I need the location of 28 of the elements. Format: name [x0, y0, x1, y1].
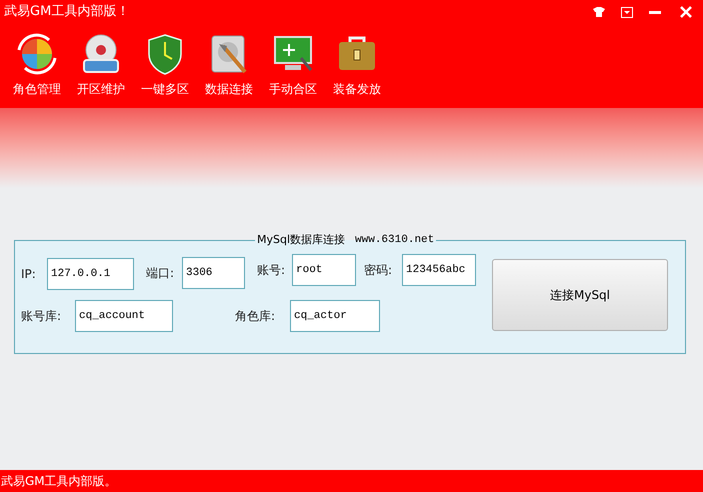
- field-label: 角色库:: [235, 308, 276, 324]
- field-label: 账号库:: [21, 308, 62, 324]
- input-field[interactable]: 127.0.0.1: [47, 258, 134, 290]
- toolbar-button[interactable]: 开区维护: [70, 32, 132, 98]
- field-label: 端口:: [146, 264, 176, 282]
- toolbar-button[interactable]: 装备发放: [326, 32, 388, 98]
- input-field[interactable]: cq_account: [75, 300, 173, 332]
- toolbar-button[interactable]: 数据连接: [198, 32, 260, 98]
- field-label: 账号:: [257, 262, 286, 278]
- minimize-icon: [649, 10, 661, 14]
- connect-button[interactable]: 连接MySql: [492, 258, 668, 330]
- toolbar-button[interactable]: 一键多区: [134, 32, 196, 98]
- field-label: IP:: [21, 266, 37, 282]
- input-field[interactable]: 123456abc: [402, 254, 476, 286]
- input-field[interactable]: cq_actor: [290, 300, 380, 332]
- input-field[interactable]: 3306: [182, 256, 245, 288]
- dropdown-box-icon: [621, 6, 633, 18]
- refresh-globe-icon: [15, 32, 59, 76]
- close-icon: [680, 6, 692, 18]
- toolbar-button[interactable]: 手动合区: [262, 32, 324, 98]
- group-title: MySql数据库连接: [257, 232, 346, 248]
- field-label: 密码:: [364, 262, 394, 278]
- website-link[interactable]: www.6310.net: [355, 232, 434, 248]
- status-text: 武易GM工具内部版。: [0, 473, 117, 490]
- shirt-icon: [593, 7, 605, 17]
- toolbar-button[interactable]: 角色管理: [6, 32, 68, 98]
- window-title: 武易GM工具内部版！: [3, 3, 130, 22]
- input-field[interactable]: root: [292, 254, 356, 286]
